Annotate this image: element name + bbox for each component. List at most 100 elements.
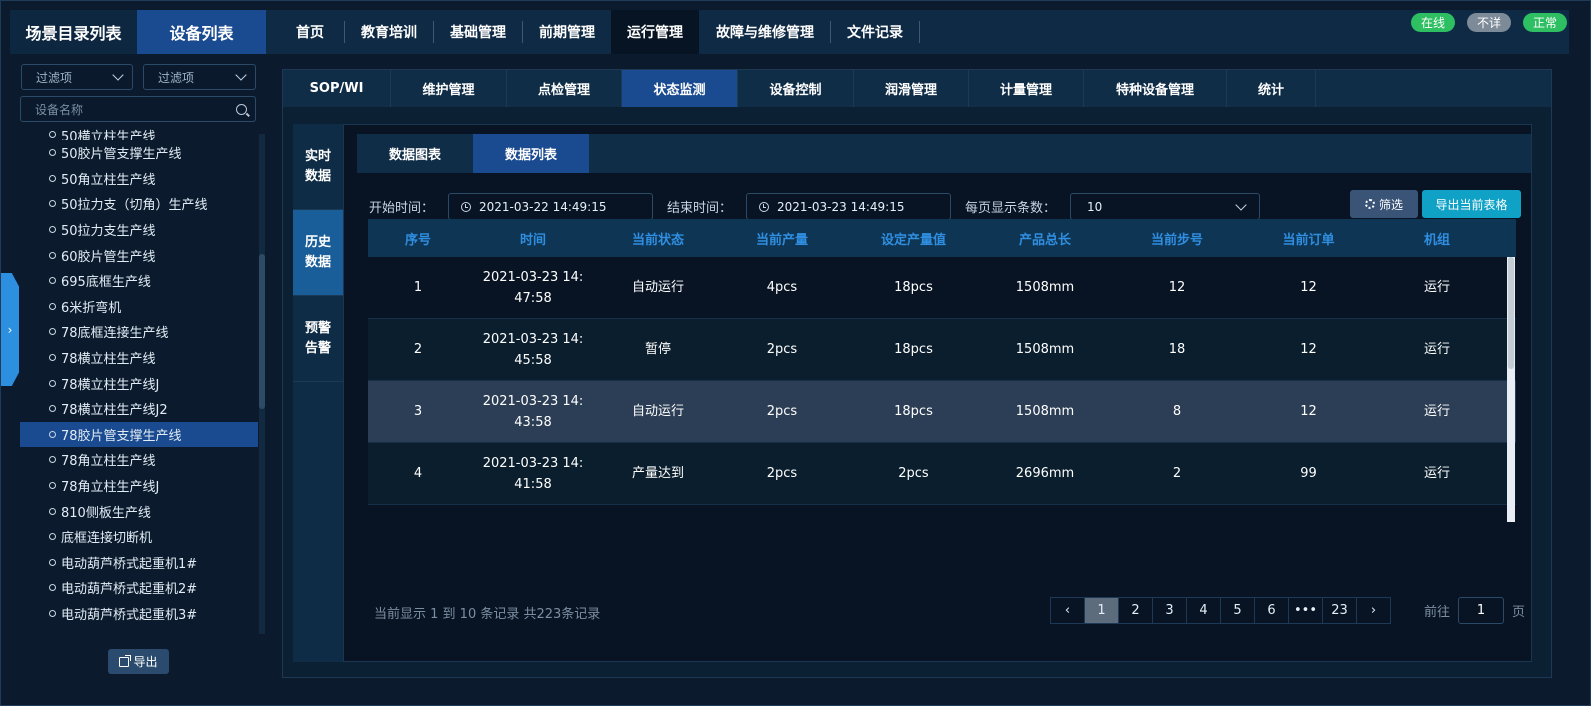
sidebar-scrollbar-thumb[interactable] — [259, 254, 265, 409]
column-header[interactable]: 机组 — [1372, 229, 1502, 248]
table-row[interactable]: 4 2021-03-23 14: 41:58 产量达到 2pcs 2pcs 2696mm 2 9… — [368, 443, 1516, 505]
table-scrollbar-thumb[interactable] — [1508, 257, 1514, 369]
filter-select-2[interactable]: 过滤项 — [143, 64, 256, 90]
table-row[interactable]: 2 2021-03-23 14: 45:58 暂停 2pcs 18pcs 1508mm 18 1… — [368, 319, 1516, 381]
tree-item[interactable]: 78胶片管支撑生产线 — [20, 421, 258, 448]
table-scrollbar[interactable] — [1507, 257, 1515, 522]
subnav-item-1[interactable]: 维护管理 — [391, 70, 507, 107]
tree-item[interactable]: 电动葫芦桥式起重机1# — [20, 550, 258, 576]
nav-item-2[interactable]: 基础管理 — [434, 10, 522, 54]
table-cell: 2pcs — [898, 466, 929, 481]
table-cell: 2 — [1172, 466, 1182, 481]
sidebar-scrollbar[interactable] — [259, 134, 265, 634]
page-button[interactable]: 4 — [1186, 597, 1221, 624]
tree-item[interactable]: 50拉力支（切角）生产线 — [20, 191, 258, 217]
page-button[interactable]: 5 — [1220, 597, 1255, 624]
export-button[interactable]: 导出 — [108, 649, 169, 674]
tree-item[interactable]: 695底框生产线 — [20, 268, 258, 294]
tree-item[interactable]: 78底框连接生产线 — [20, 319, 258, 345]
subnav-item-7[interactable]: 特种设备管理 — [1084, 70, 1227, 107]
column-header[interactable]: 当前产量 — [718, 229, 846, 248]
tree-item[interactable]: 50拉力支生产线 — [20, 217, 258, 243]
tab-scene-list[interactable]: 场景目录列表 — [10, 10, 137, 54]
tree-item[interactable]: 78横立柱生产线J — [20, 370, 258, 396]
tree-item-label: 底框连接切断机 — [61, 531, 153, 547]
tree-item[interactable]: 50横立柱生产线 — [20, 128, 258, 140]
radio-circle-icon — [49, 558, 56, 566]
end-time-input[interactable]: 2021-03-23 14:49:15 — [746, 193, 952, 220]
table-cell: 18pcs — [894, 404, 933, 419]
page-jump-input[interactable]: 1 — [1458, 597, 1505, 624]
tree-item[interactable]: 6米折弯机 — [20, 294, 258, 320]
tree-item-label: 50角立柱生产线 — [61, 172, 156, 188]
subnav-item-8[interactable]: 统计 — [1227, 70, 1316, 107]
tree-item[interactable]: 78角立柱生产线 — [20, 447, 258, 473]
page-button[interactable]: 23 — [1322, 597, 1357, 624]
table-cell: 暂停 — [644, 342, 671, 357]
start-time-input[interactable]: 2021-03-22 14:49:15 — [448, 193, 654, 220]
column-header[interactable]: 当前订单 — [1245, 229, 1372, 248]
export-table-button[interactable]: 导出当前表格 — [1422, 190, 1521, 218]
device-search-input[interactable]: 设备名称 — [20, 96, 256, 122]
subnav-item-0[interactable]: SOP/WI — [283, 70, 391, 107]
nav-item-1[interactable]: 教育培训 — [345, 10, 433, 54]
column-header[interactable]: 序号 — [368, 229, 468, 248]
nav-item-0[interactable]: 首页 — [266, 10, 344, 54]
tree-item-label: 810侧板生产线 — [61, 505, 151, 521]
radio-circle-icon — [49, 174, 56, 182]
nav-item-3[interactable]: 前期管理 — [523, 10, 611, 54]
page-button[interactable]: 2 — [1118, 597, 1153, 624]
tree-item[interactable]: 78角立柱生产线J — [20, 473, 258, 499]
subnav-item-6[interactable]: 计量管理 — [969, 70, 1084, 107]
radio-circle-icon — [49, 354, 56, 362]
search-icon[interactable] — [236, 103, 247, 115]
content-tab-0[interactable]: 数据图表 — [357, 134, 473, 173]
tab-device-list[interactable]: 设备列表 — [137, 10, 266, 54]
radio-circle-icon — [49, 277, 56, 285]
tree-item[interactable]: 电动葫芦桥式起重机3# — [20, 601, 258, 627]
nav-item-4[interactable]: 运行管理 — [611, 10, 699, 54]
prev-page-button[interactable]: ‹ — [1050, 597, 1085, 624]
vtab-2[interactable]: 预警 告警 — [293, 296, 343, 382]
tree-item[interactable]: 78横立柱生产线 — [20, 345, 258, 371]
page-button[interactable]: 1 — [1084, 597, 1119, 624]
vtab-1[interactable]: 历史 数据 — [293, 210, 343, 296]
status-badge: 不详 — [1466, 13, 1511, 32]
vtab-0[interactable]: 实时 数据 — [293, 124, 343, 210]
subnav-item-2[interactable]: 点检管理 — [507, 70, 622, 107]
radio-circle-icon — [49, 609, 56, 617]
column-header[interactable]: 当前步号 — [1109, 229, 1245, 248]
page-button[interactable]: 6 — [1254, 597, 1289, 624]
tree-item[interactable]: 78横立柱生产线J2 — [20, 396, 258, 422]
clock-icon — [461, 201, 472, 212]
filter-button[interactable]: 筛选 — [1350, 190, 1418, 218]
nav-item-6[interactable]: 文件记录 — [831, 10, 919, 54]
column-header[interactable]: 产品总长 — [981, 229, 1109, 248]
subnav-item-3[interactable]: 状态监测 — [622, 70, 738, 107]
tree-item[interactable]: 810侧板生产线 — [20, 498, 258, 524]
nav-item-5[interactable]: 故障与维修管理 — [700, 10, 830, 54]
column-header[interactable]: 当前状态 — [598, 229, 718, 248]
filter-select-1[interactable]: 过滤项 — [21, 64, 133, 90]
content-tab-1[interactable]: 数据列表 — [473, 134, 589, 173]
tree-item[interactable]: 底框连接切断机 — [20, 524, 258, 550]
page-button[interactable]: 3 — [1152, 597, 1187, 624]
tree-item[interactable]: 60胶片管生产线 — [20, 242, 258, 268]
column-header[interactable]: 设定产量值 — [846, 229, 981, 248]
page-size-select[interactable]: 10 — [1070, 193, 1261, 220]
tree-item[interactable]: 50角立柱生产线 — [20, 166, 258, 192]
tree-item[interactable]: 电动葫芦桥式起重机2# — [20, 575, 258, 601]
page-button[interactable]: ••• — [1288, 597, 1323, 624]
next-page-button[interactable]: › — [1356, 597, 1391, 624]
column-header[interactable]: 时间 — [468, 229, 598, 248]
table-row[interactable]: 1 2021-03-23 14: 47:58 自动运行 4pcs 18pcs 1508mm 1… — [368, 257, 1516, 319]
table-row[interactable]: 3 2021-03-23 14: 43:58 自动运行 2pcs 18pcs 1508mm 8… — [368, 381, 1516, 443]
subnav-item-5[interactable]: 润滑管理 — [854, 70, 969, 107]
subnav-item-4[interactable]: 设备控制 — [738, 70, 854, 107]
end-time-value: 2021-03-23 14:49:15 — [777, 199, 905, 214]
tree-item[interactable]: 50胶片管支撑生产线 — [20, 140, 258, 166]
chevron-down-icon — [112, 69, 124, 81]
data-mode-tabs: 实时 数据 历史 数据 预警 告警 — [293, 124, 343, 662]
table-cell: 2pcs — [766, 404, 798, 419]
sidebar-expand-handle[interactable]: › — [1, 273, 19, 386]
